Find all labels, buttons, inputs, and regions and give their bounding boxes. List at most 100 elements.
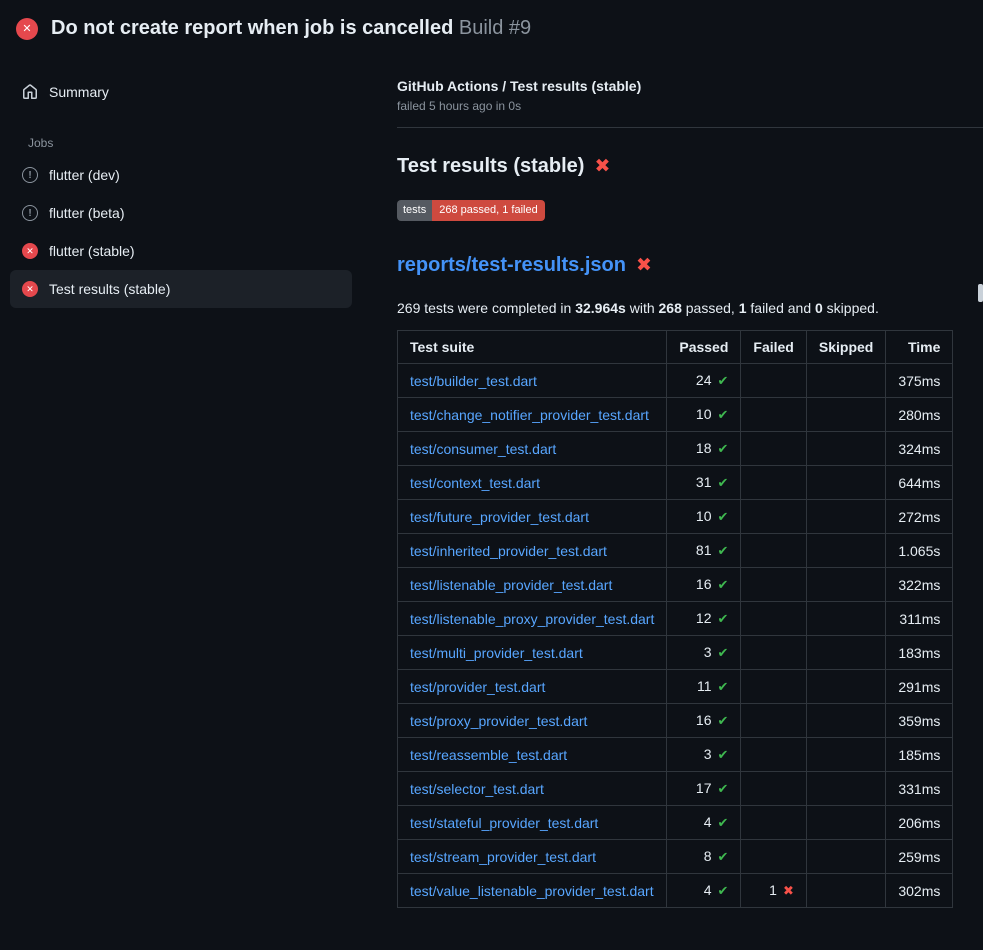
table-row: test/listenable_proxy_provider_test.dart… (398, 602, 953, 636)
report-file-link[interactable]: reports/test-results.json (397, 254, 626, 277)
passed-cell-value: 3 (704, 644, 712, 660)
passed-cell-value: 24 (696, 372, 712, 388)
x-circle-icon: ✕ (22, 243, 38, 259)
passed-cell-value: 16 (696, 576, 712, 592)
test-suite-link[interactable]: test/selector_test.dart (410, 781, 544, 797)
time-cell: 331ms (886, 772, 953, 806)
passed-cell: 12 ✔ (667, 602, 741, 636)
test-suite-link[interactable]: test/inherited_provider_test.dart (410, 543, 607, 559)
sidebar-item-label: flutter (stable) (49, 243, 135, 259)
passed-cell-value: 17 (696, 780, 712, 796)
empty-cell (806, 398, 885, 432)
time-cell: 359ms (886, 704, 953, 738)
passed-cell: 4✔ (667, 806, 741, 840)
time-cell: 324ms (886, 432, 953, 466)
test-table-body: test/builder_test.dart24✔375mstest/chang… (398, 364, 953, 908)
failed-cell-value: 1 (769, 882, 777, 898)
passed-cell: 10✔ (667, 398, 741, 432)
suite-cell: test/selector_test.dart (398, 772, 667, 806)
test-suite-link[interactable]: test/multi_provider_test.dart (410, 645, 583, 661)
check-icon: ✔ (718, 611, 729, 626)
failure-status-icon: ✕ (16, 18, 38, 40)
empty-cell (806, 568, 885, 602)
table-row: test/value_listenable_provider_test.dart… (398, 874, 953, 908)
empty-cell (741, 806, 806, 840)
run-header: ✕ Do not create report when job is cance… (0, 0, 983, 53)
passed-cell-value: 4 (704, 814, 712, 830)
col-header-failed: Failed (741, 331, 806, 364)
time-cell: 272ms (886, 500, 953, 534)
time-cell: 280ms (886, 398, 953, 432)
empty-cell (806, 806, 885, 840)
check-icon: ✔ (718, 815, 729, 830)
time-cell: 185ms (886, 738, 953, 772)
sidebar-item-label: flutter (beta) (49, 205, 124, 221)
time-cell: 311ms (886, 602, 953, 636)
sidebar-item-label: Summary (49, 84, 109, 100)
suite-cell: test/listenable_proxy_provider_test.dart (398, 602, 667, 636)
sidebar-item-flutter-dev[interactable]: !flutter (dev) (10, 156, 352, 194)
passed-cell-value: 12 (696, 610, 712, 626)
summary-text: passed, (682, 300, 739, 316)
time-cell: 322ms (886, 568, 953, 602)
passed-cell: 31✔ (667, 466, 741, 500)
test-suite-link[interactable]: test/listenable_provider_test.dart (410, 577, 612, 593)
test-suite-link[interactable]: test/consumer_test.dart (410, 441, 556, 457)
test-suite-link[interactable]: test/listenable_proxy_provider_test.dart (410, 611, 654, 627)
check-icon: ✔ (718, 373, 729, 388)
sidebar-item-flutter-beta[interactable]: !flutter (beta) (10, 194, 352, 232)
test-suite-link[interactable]: test/value_listenable_provider_test.dart (410, 883, 654, 899)
table-row: test/provider_test.dart11✔291ms (398, 670, 953, 704)
x-circle-icon: ✕ (22, 281, 38, 297)
passed-cell: 3✔ (667, 738, 741, 772)
check-icon: ✔ (718, 577, 729, 592)
test-suite-link[interactable]: test/provider_test.dart (410, 679, 545, 695)
scrollbar-thumb[interactable] (978, 284, 983, 302)
suite-cell: test/stream_provider_test.dart (398, 840, 667, 874)
badge-value: 268 passed, 1 failed (432, 200, 544, 221)
table-row: test/change_notifier_provider_test.dart 1… (398, 398, 953, 432)
table-header-row: Test suite Passed Failed Skipped Time (398, 331, 953, 364)
empty-cell (806, 840, 885, 874)
test-suite-link[interactable]: test/builder_test.dart (410, 373, 537, 389)
col-header-passed: Passed (667, 331, 741, 364)
test-suite-link[interactable]: test/reassemble_test.dart (410, 747, 567, 763)
test-suite-link[interactable]: test/context_test.dart (410, 475, 540, 491)
passed-cell-value: 11 (697, 678, 712, 694)
test-suite-link[interactable]: test/future_provider_test.dart (410, 509, 589, 525)
empty-cell (741, 500, 806, 534)
summary-text: 269 tests were completed in (397, 300, 575, 316)
test-suite-link[interactable]: test/proxy_provider_test.dart (410, 713, 587, 729)
passed-cell: 3✔ (667, 636, 741, 670)
x-icon: ✖ (783, 883, 794, 898)
sidebar-item-summary[interactable]: Summary (10, 73, 352, 111)
section-title-text: Test results (stable) (397, 155, 584, 178)
test-suite-link[interactable]: test/change_notifier_provider_test.dart (410, 407, 649, 423)
empty-cell (806, 670, 885, 704)
sidebar-item-test-results-stable[interactable]: ✕Test results (stable) (10, 270, 352, 308)
empty-cell (741, 602, 806, 636)
tests-badge: tests 268 passed, 1 failed (397, 200, 545, 221)
passed-cell: 16 ✔ (667, 568, 741, 602)
col-header-skipped: Skipped (806, 331, 885, 364)
jobs-heading: Jobs (10, 111, 352, 156)
test-suite-link[interactable]: test/stream_provider_test.dart (410, 849, 596, 865)
check-icon: ✔ (718, 713, 729, 728)
check-icon: ✔ (718, 645, 729, 660)
sidebar-item-flutter-stable[interactable]: ✕ flutter (stable) (10, 232, 352, 270)
suite-cell: test/reassemble_test.dart (398, 738, 667, 772)
build-number: Build #9 (459, 17, 531, 39)
passed-cell-value: 16 (696, 712, 712, 728)
page-body: Summary Jobs !flutter (dev)!flutter (bet… (0, 53, 983, 908)
summary-skipped-count: 0 (815, 300, 823, 316)
passed-cell: 11✔ (667, 670, 741, 704)
suite-cell: test/builder_test.dart (398, 364, 667, 398)
x-icon: ✖ (594, 157, 610, 176)
breadcrumb: GitHub Actions / Test results (stable) (397, 78, 951, 94)
empty-cell (741, 534, 806, 568)
time-cell: 644ms (886, 466, 953, 500)
main-content: GitHub Actions / Test results (stable) f… (365, 53, 983, 908)
section-title: Test results (stable) ✖ (397, 155, 951, 178)
test-suite-link[interactable]: test/stateful_provider_test.dart (410, 815, 598, 831)
suite-cell: test/inherited_provider_test.dart (398, 534, 667, 568)
